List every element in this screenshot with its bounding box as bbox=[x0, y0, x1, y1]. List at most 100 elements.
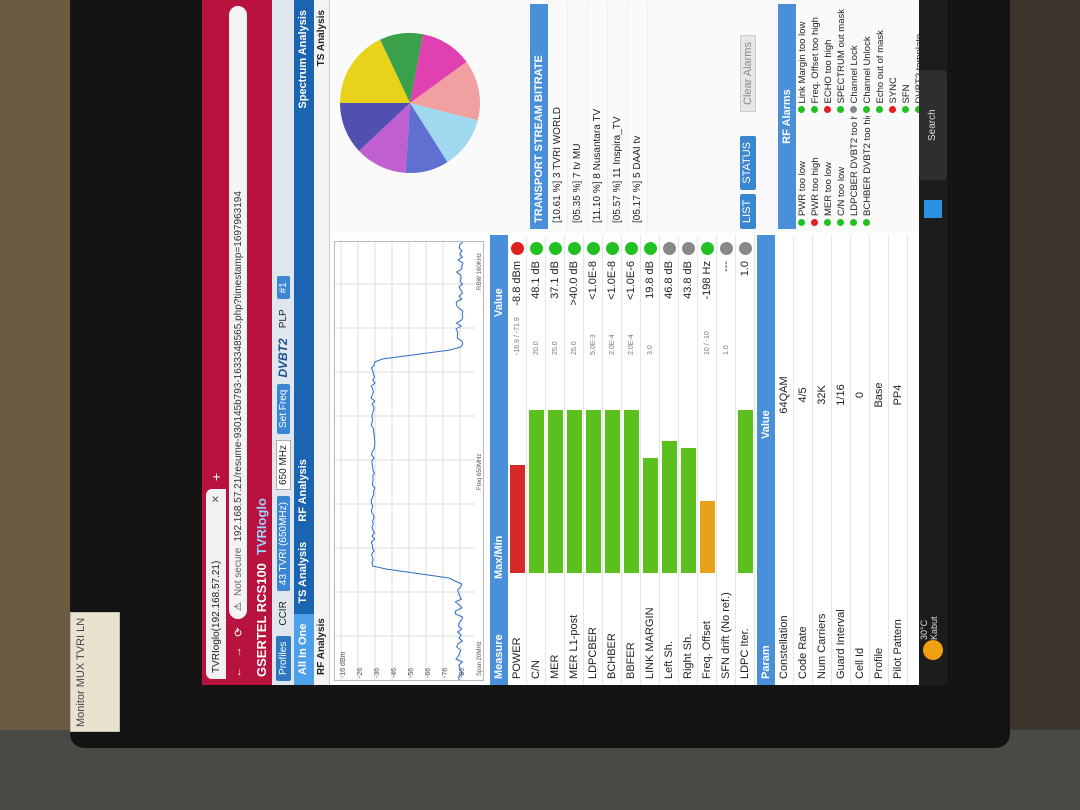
measure-value: 48.1 dB bbox=[530, 261, 542, 299]
param-label: Num Carriers bbox=[816, 613, 828, 679]
subtab-ts-analysis[interactable]: TS Analysis bbox=[314, 0, 329, 76]
measure-row: Left Sh. 46.8 dB bbox=[660, 235, 679, 685]
alarm-controls: LIST STATUS Clear Alarms bbox=[740, 35, 756, 229]
param-label: Pilot Pattern bbox=[892, 619, 904, 679]
set-freq-button[interactable]: Set Freq bbox=[276, 383, 290, 434]
back-icon[interactable]: ← bbox=[232, 665, 244, 679]
forward-icon[interactable]: → bbox=[232, 645, 244, 659]
measure-bar-track bbox=[719, 323, 734, 573]
status-led-icon bbox=[739, 242, 752, 255]
param-row: Profile Base bbox=[870, 235, 889, 685]
measure-header-label: Measure bbox=[493, 634, 505, 679]
measure-row: MER 25.0 37.1 dB bbox=[546, 235, 565, 685]
status-led-icon bbox=[549, 242, 562, 255]
reload-icon[interactable]: ⟳ bbox=[232, 625, 245, 639]
sub-tabs: RF Analysis TS Analysis bbox=[314, 0, 330, 685]
param-row: Guard Interval 1/16 bbox=[832, 235, 851, 685]
windows-start-icon[interactable] bbox=[924, 200, 942, 218]
measure-bar bbox=[586, 409, 601, 573]
y-tick-label: -66 bbox=[425, 668, 432, 678]
taskbar: Search 30°C Kabut bbox=[919, 0, 947, 685]
alarm-dot-icon bbox=[902, 106, 909, 114]
measure-value: 37.1 dB bbox=[549, 261, 561, 299]
search-label: Search bbox=[927, 109, 938, 141]
measure-label: MER bbox=[549, 654, 561, 679]
ts-bitrate-item[interactable]: [05.57 %] 11 Inspira_TV bbox=[608, 4, 628, 229]
measure-label: Right Sh. bbox=[682, 633, 694, 679]
measure-value: 46.8 dB bbox=[663, 261, 675, 299]
weather-desc: Kabut bbox=[929, 616, 939, 640]
param-label: Code Rate bbox=[797, 626, 809, 679]
measure-bar-track bbox=[643, 323, 658, 573]
measure-label: LDPCBER bbox=[587, 627, 599, 679]
subtab-rf-analysis[interactable]: RF Analysis bbox=[314, 608, 329, 685]
alarm-dot-icon bbox=[811, 106, 818, 114]
status-button[interactable]: STATUS bbox=[740, 136, 756, 190]
param-value: 64QAM bbox=[778, 376, 790, 414]
list-button[interactable]: LIST bbox=[740, 193, 756, 229]
alarm-item: Channel Unlock bbox=[861, 4, 874, 117]
measure-row: POWER -16.9 / -71.9 -8.8 dBm bbox=[508, 235, 527, 685]
measure-limit: 25.0 bbox=[551, 341, 559, 355]
measure-bar-track bbox=[624, 323, 639, 573]
alarm-item: MER too low bbox=[822, 117, 835, 230]
measure-label: POWER bbox=[511, 637, 523, 679]
bitrate-pie-chart bbox=[340, 33, 480, 173]
param-header-label: Param bbox=[760, 645, 772, 679]
address-bar: ← → ⟳ ⚠ Not secure 192.168.57.21/resume-… bbox=[226, 0, 250, 685]
tab-spectrum[interactable]: Spectrum Analysis bbox=[294, 0, 314, 119]
channel-select[interactable]: 43 TVRI (650MHz) bbox=[276, 496, 290, 592]
plp-select[interactable]: #1 bbox=[276, 276, 290, 300]
status-led-icon bbox=[644, 242, 657, 255]
measure-row: BBFER 2.0E-4 <1.0E-6 bbox=[622, 235, 641, 685]
measure-label: LDPC Iter. bbox=[739, 628, 751, 679]
param-header: Param Value bbox=[757, 235, 775, 685]
tab-ts-analysis[interactable]: TS Analysis bbox=[294, 532, 314, 614]
tab-rf-analysis[interactable]: RF Analysis bbox=[294, 449, 314, 532]
profiles-button[interactable]: Profiles bbox=[275, 635, 291, 681]
ts-bitrate-title: TRANSPORT STREAM BITRATE bbox=[530, 4, 548, 229]
alarm-label: SYNC bbox=[888, 77, 899, 104]
status-led-icon bbox=[625, 242, 638, 255]
measure-value: -198 Hz bbox=[701, 261, 713, 300]
weather-icon bbox=[923, 640, 943, 660]
param-label: Constellation bbox=[778, 615, 790, 679]
ts-bitrate-item[interactable]: [11.10 %] 8 Nusantara TV bbox=[588, 4, 608, 229]
measure-label: BBFER bbox=[625, 642, 637, 679]
alarm-dot-icon bbox=[811, 219, 818, 226]
measure-bar bbox=[738, 409, 753, 573]
measure-value: <1.0E-8 bbox=[606, 261, 618, 300]
freq-input[interactable]: 650 MHz bbox=[275, 439, 291, 490]
measure-value: -8.8 dBm bbox=[511, 261, 523, 306]
alarm-item: SYNC bbox=[887, 4, 900, 117]
measure-value: 19.8 dB bbox=[644, 261, 656, 299]
ts-bitrate-item[interactable]: [10.61 %] 3 TVRI WORLD bbox=[548, 4, 568, 229]
toolbar: Profiles CCIR 43 TVRI (650MHz) 650 MHz S… bbox=[272, 0, 294, 685]
alarm-label: ECHO too high bbox=[823, 39, 834, 104]
close-tab-icon[interactable]: ✕ bbox=[211, 495, 222, 503]
ts-bitrate-item[interactable]: [05.17 %] 5 DAAI tv bbox=[628, 4, 648, 229]
ccir-label: CCIR bbox=[277, 601, 289, 626]
measure-label: BCHBER bbox=[606, 633, 618, 679]
measure-bar bbox=[605, 409, 620, 573]
browser-tab[interactable]: TVRIoglo(192.168.57.21) ✕ bbox=[206, 489, 226, 679]
ts-bitrate-item[interactable]: [05.35 %] 7 tv MU bbox=[568, 4, 588, 229]
status-led-icon bbox=[568, 242, 581, 255]
spectrum-axis-label: Freq 650MHz bbox=[477, 454, 483, 490]
tab-all-in-one[interactable]: All In One bbox=[294, 613, 314, 685]
alarm-item bbox=[887, 117, 900, 230]
rf-alarms-title: RF Alarms bbox=[778, 4, 796, 229]
alarm-dot-icon bbox=[850, 106, 857, 114]
measure-value: 43.8 dB bbox=[682, 261, 694, 299]
alarm-label: LDPCBER DVBT2 too high bbox=[849, 116, 860, 217]
alarm-dot-icon bbox=[876, 106, 883, 114]
taskbar-search[interactable]: Search bbox=[919, 70, 947, 180]
tab-title: TVRIoglo(192.168.57.21) bbox=[210, 560, 222, 673]
new-tab-icon[interactable]: + bbox=[206, 465, 226, 489]
weather-widget[interactable]: 30°C Kabut bbox=[919, 595, 947, 640]
clear-alarms-button[interactable]: Clear Alarms bbox=[740, 35, 756, 112]
url-field[interactable]: ⚠ Not secure 192.168.57.21/resume-930145… bbox=[229, 6, 247, 619]
y-tick-label: -46 bbox=[391, 668, 398, 678]
measure-row: LDPC Iter. 1.0 bbox=[736, 235, 755, 685]
alarm-dot-icon bbox=[863, 219, 870, 226]
